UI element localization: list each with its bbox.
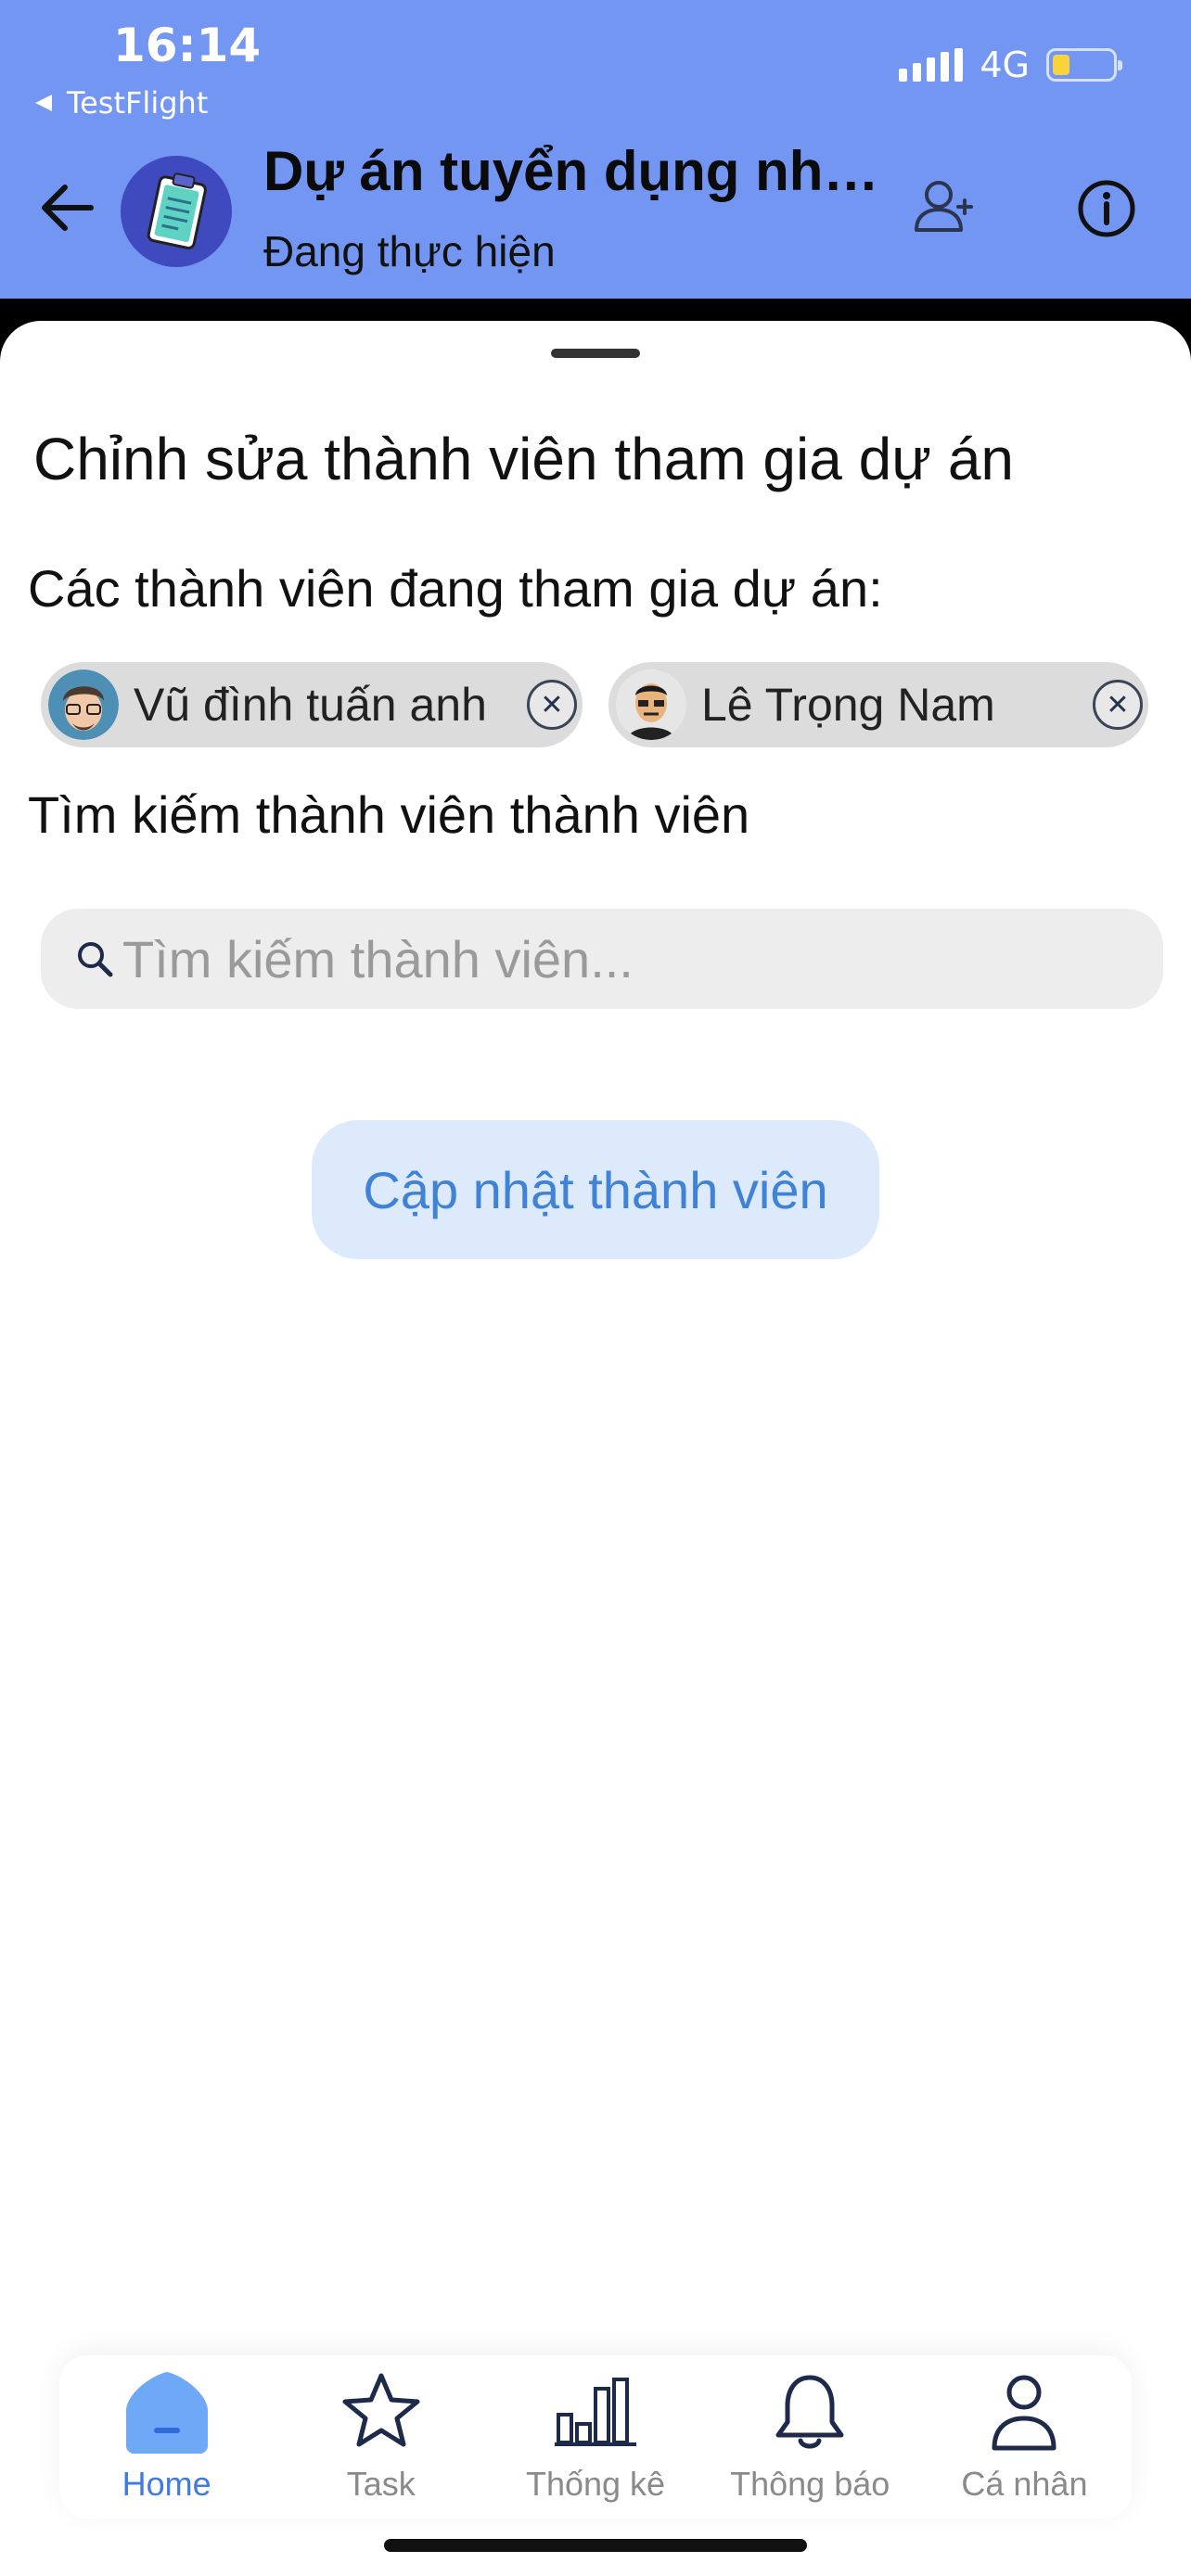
sheet-title: Chỉnh sửa thành viên tham gia dự án (33, 426, 1014, 492)
app-header: 16:14 TestFlight 4G Dự án tuyển dụng nhâ… (0, 0, 1191, 299)
status-time: 16:14 (113, 19, 262, 72)
home-icon (125, 2372, 208, 2454)
tab-statistics[interactable]: Thống kê (488, 2355, 702, 2519)
chart-icon (555, 2378, 636, 2446)
back-triangle-icon (35, 95, 52, 111)
bottom-tab-bar: Home Task Thống kê Thông báo Cá nhân (59, 2355, 1132, 2519)
star-icon (342, 2373, 420, 2447)
tab-label: Task (346, 2465, 416, 2503)
avatar (48, 670, 119, 740)
battery-icon (1046, 48, 1122, 82)
close-icon[interactable]: ✕ (1093, 680, 1143, 730)
project-avatar (121, 156, 232, 267)
tab-task[interactable]: Task (274, 2355, 488, 2519)
back-app-label: TestFlight (67, 85, 209, 121)
person-icon (992, 2375, 1057, 2451)
tab-label: Thống kê (525, 2465, 666, 2503)
tab-label: Thông báo (730, 2465, 890, 2503)
search-label: Tìm kiếm thành viên thành viên (28, 785, 750, 844)
member-chip: Lê Trọng Nam ✕ (608, 662, 1148, 747)
member-chip: Vũ đình tuấn anh ✕ (41, 662, 583, 747)
search-icon (78, 942, 113, 977)
tab-label: Cá nhân (961, 2465, 1088, 2503)
back-to-app-link[interactable]: TestFlight (33, 85, 208, 121)
member-name: Lê Trọng Nam (701, 679, 995, 731)
search-input[interactable] (122, 928, 1050, 989)
home-indicator[interactable] (384, 2539, 807, 2552)
member-name: Vũ đình tuấn anh (134, 679, 487, 731)
members-label: Các thành viên đang tham gia dự án: (28, 559, 883, 618)
bell-icon (775, 2375, 844, 2449)
network-label: 4G (980, 45, 1030, 85)
project-status: Đang thực hiện (263, 227, 556, 275)
tab-home[interactable]: Home (59, 2355, 274, 2519)
project-title: Dự án tuyển dụng nhâ... (263, 140, 885, 202)
close-icon[interactable]: ✕ (527, 680, 577, 730)
info-icon[interactable] (1076, 178, 1137, 239)
tab-notifications[interactable]: Thông báo (703, 2355, 917, 2519)
status-indicators: 4G (899, 45, 1122, 85)
edit-members-sheet: Chỉnh sửa thành viên tham gia dự án Các … (0, 321, 1191, 2576)
add-member-icon[interactable] (909, 172, 980, 243)
back-arrow-icon[interactable] (33, 172, 104, 243)
signal-icon (899, 48, 964, 82)
avatar (616, 670, 686, 740)
update-members-button[interactable]: Cập nhật thành viên (312, 1120, 879, 1259)
sheet-grabber[interactable] (551, 349, 640, 358)
tab-label: Home (122, 2465, 211, 2503)
clipboard-icon (147, 172, 207, 250)
search-field[interactable] (41, 909, 1163, 1009)
tab-profile[interactable]: Cá nhân (917, 2355, 1132, 2519)
